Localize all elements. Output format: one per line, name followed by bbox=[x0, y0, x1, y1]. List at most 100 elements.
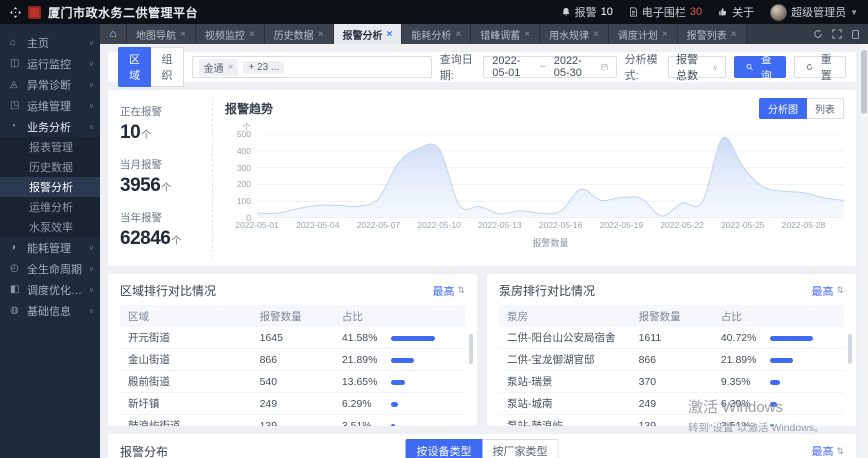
tab-3[interactable]: 历史数据 × bbox=[264, 24, 334, 44]
tab-7[interactable]: 用水规律 × bbox=[540, 24, 609, 44]
table-scrollbar-thumb[interactable] bbox=[469, 334, 473, 364]
view-chart-button[interactable]: 分析图 bbox=[759, 98, 807, 119]
sidebar-subitem-报警分析[interactable]: 报警分析 bbox=[0, 177, 100, 197]
row-alarm-count: 139 bbox=[259, 419, 278, 427]
tab-label: 地图导航 bbox=[136, 30, 176, 42]
tab-label: 报警分析 bbox=[342, 30, 383, 42]
sidebar-item-2[interactable]: ◫ 运行监控 ∨ bbox=[0, 53, 100, 74]
sidebar-item-4[interactable]: ◳ 运维管理 ∨ bbox=[0, 95, 100, 116]
about-button[interactable]: 关于 bbox=[718, 4, 754, 20]
mobile-view-icon[interactable] bbox=[851, 29, 860, 40]
table-row: 二供-阳台山公安局宿舍 1611 40.72% bbox=[499, 327, 844, 349]
row-alarm-count: 139 bbox=[638, 419, 657, 427]
row-percent: 6.29% bbox=[720, 397, 751, 410]
query-button[interactable]: 查询 bbox=[734, 54, 787, 82]
region-sort-control[interactable]: 最高 ⇅ bbox=[432, 283, 465, 299]
scope-segment: 区域 组织 bbox=[118, 47, 184, 87]
view-list-button[interactable]: 列表 bbox=[807, 98, 844, 119]
tab-close-icon[interactable]: × bbox=[731, 29, 737, 40]
row-name: 泵站-鼓浪屿 bbox=[507, 420, 563, 426]
reset-button[interactable]: 重置 bbox=[794, 54, 846, 82]
tab-4[interactable]: 报警分析 × bbox=[333, 24, 403, 44]
tab-close-icon[interactable]: × bbox=[387, 29, 393, 40]
tab-close-icon[interactable]: × bbox=[455, 29, 461, 40]
refresh-icon[interactable] bbox=[813, 29, 823, 39]
alarm-label: 报警 bbox=[574, 7, 597, 19]
row-alarm-count: 866 bbox=[638, 353, 657, 366]
stat-value: 62846个 bbox=[120, 228, 181, 249]
tab-2[interactable]: 视频监控 × bbox=[195, 24, 265, 44]
fullscreen-icon[interactable] bbox=[832, 29, 842, 39]
row-bar-cell bbox=[770, 420, 836, 426]
stat-unit: 个 bbox=[141, 130, 151, 141]
more-regions-chip[interactable]: + 23 ... bbox=[243, 60, 285, 74]
tab-label: 视频监控 bbox=[204, 30, 245, 42]
table-row: 泵站-城南 249 6.29% bbox=[499, 393, 844, 415]
tab-5[interactable]: 能耗分析 × bbox=[402, 24, 472, 44]
sidebar-item-5[interactable]: ◔ 业务分析 ∧ bbox=[0, 116, 100, 137]
sidebar-item-8[interactable]: ◧ 调度优化运行 ∨ bbox=[0, 279, 100, 300]
tab-close-icon[interactable]: × bbox=[593, 29, 599, 40]
tab-close-icon[interactable]: × bbox=[662, 29, 668, 40]
chip-close-icon[interactable]: × bbox=[228, 62, 234, 73]
tab-6[interactable]: 错峰调蓄 × bbox=[471, 24, 541, 44]
tab-1[interactable]: 地图导航 × bbox=[127, 24, 196, 44]
row-bar-cell bbox=[391, 332, 457, 344]
sort-label: 最高 bbox=[432, 285, 455, 298]
date-range-picker[interactable]: 2022-05-01 ~ 2022-05-30 bbox=[483, 55, 617, 79]
percent-bar bbox=[391, 335, 436, 341]
tab-9[interactable]: 报警列表 × bbox=[677, 24, 747, 44]
row-alarm-count: 249 bbox=[638, 397, 657, 410]
sidebar-subitem-报表管理[interactable]: 报表管理 bbox=[0, 137, 100, 157]
by-device-type-button[interactable]: 按设备类型 bbox=[405, 439, 483, 458]
sidebar-item-7[interactable]: ◴ 全生命周期 ∨ bbox=[0, 258, 100, 279]
row-bar-cell bbox=[391, 398, 457, 410]
sidebar-item-3[interactable]: ◬ 异常诊断 ∨ bbox=[0, 74, 100, 95]
user-menu[interactable]: 超级管理员 ▼ bbox=[770, 3, 858, 21]
scope-region-button[interactable]: 区域 bbox=[118, 47, 152, 87]
tab-close-icon[interactable]: × bbox=[318, 29, 324, 40]
alarm-bell-button[interactable]: 报警 10 bbox=[561, 4, 613, 20]
row-name: 金山街道 bbox=[128, 354, 170, 366]
tab-close-icon[interactable]: × bbox=[180, 29, 186, 40]
tab-close-icon[interactable]: × bbox=[249, 29, 255, 40]
mode-select[interactable]: 报警总数 ∨ bbox=[668, 54, 727, 82]
x-tick-label: 2022-05-19 bbox=[599, 220, 644, 230]
page-scrollbar-thumb[interactable] bbox=[861, 50, 867, 114]
table-row: 泵站-瑞景 370 9.35% bbox=[499, 371, 844, 393]
by-vendor-type-button[interactable]: 按厂家类型 bbox=[482, 439, 559, 458]
tab-home[interactable]: ⌂ bbox=[100, 24, 127, 44]
fence-button[interactable]: 电子围栏 30 bbox=[629, 4, 702, 20]
sidebar-item-label: 业务分析 bbox=[27, 121, 71, 134]
table-scrollbar-thumb[interactable] bbox=[848, 334, 852, 364]
move-handle-icon[interactable] bbox=[10, 6, 21, 18]
sidebar-item-6[interactable]: ◑ 能耗管理 ∨ bbox=[0, 237, 100, 258]
region-ranking-card: 区域排行对比情况 最高 ⇅ 区域 报警数量 占比 开元街道 1645 41.58% 金山街道… bbox=[108, 274, 477, 426]
region-multiselect[interactable]: 金通 × + 23 ... bbox=[191, 56, 432, 78]
sidebar-subitem-历史数据[interactable]: 历史数据 bbox=[0, 157, 100, 177]
distribution-sort-control[interactable]: 最高 ⇅ bbox=[811, 443, 844, 458]
y-tick-label: 300 bbox=[236, 162, 251, 173]
sidebar-subitem-水泵效率[interactable]: 水泵效率 bbox=[0, 217, 100, 237]
stat-label: 当年报警 bbox=[120, 212, 162, 224]
stat-2: 当月报警 3956个 bbox=[120, 157, 212, 197]
sort-label: 最高 bbox=[811, 446, 834, 458]
pump-table: 泵房 报警数量 占比 二供-阳台山公安局宿舍 1611 40.72% 二供-宝龙御湖官邸 86… bbox=[499, 305, 844, 426]
about-label: 关于 bbox=[732, 7, 755, 19]
chevron-down-icon: ∨ bbox=[88, 286, 94, 294]
row-bar-cell bbox=[391, 420, 457, 426]
tab-8[interactable]: 调度计划 × bbox=[608, 24, 678, 44]
date-start[interactable]: 2022-05-01 bbox=[492, 55, 531, 79]
page-scrollbar[interactable] bbox=[860, 44, 868, 458]
scope-org-button[interactable]: 组织 bbox=[151, 47, 184, 87]
table-row: 鼓浪屿街道 139 3.51% bbox=[120, 415, 465, 426]
stat-1: 正在报警 10个 bbox=[120, 104, 212, 144]
date-end[interactable]: 2022-05-30 bbox=[554, 55, 593, 79]
x-tick-label: 2022-05-07 bbox=[356, 220, 401, 230]
stat-unit: 个 bbox=[161, 183, 171, 194]
sidebar-item-9[interactable]: ◍ 基础信息 ∨ bbox=[0, 300, 100, 321]
sidebar-subitem-运维分析[interactable]: 运维分析 bbox=[0, 197, 100, 217]
tab-close-icon[interactable]: × bbox=[524, 29, 530, 40]
pump-sort-control[interactable]: 最高 ⇅ bbox=[811, 283, 844, 299]
sidebar-item-1[interactable]: ⌂ 主页 ∨ bbox=[0, 32, 100, 53]
